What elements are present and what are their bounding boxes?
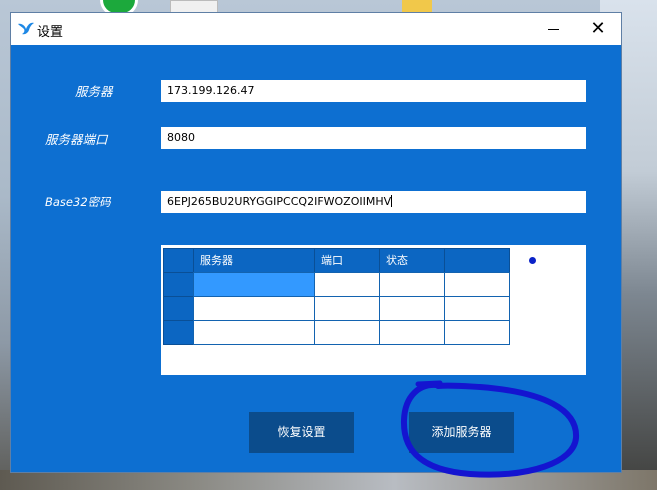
column-header-server[interactable]: 服务器: [193, 248, 315, 273]
status-dot: [529, 257, 536, 264]
server-input[interactable]: 173.199.126.47: [161, 80, 586, 102]
table-cell-status[interactable]: [379, 272, 445, 297]
table-cell-extra[interactable]: [444, 296, 510, 321]
text-caret: [391, 195, 393, 207]
secret-input-value: 6EPJ265BU2URYGGIPCCQ2IFWOZOIIMHV: [167, 195, 392, 208]
minimize-icon: [547, 29, 559, 30]
table-cell-status[interactable]: [379, 320, 445, 345]
table-cell-port[interactable]: [314, 272, 380, 297]
close-button[interactable]: ✕: [575, 13, 621, 45]
settings-window: 设置 ✕ 服务器 173.199.126.47 服务器端口 8080 Base3…: [10, 12, 622, 473]
table-cell-status[interactable]: [379, 296, 445, 321]
column-header-status[interactable]: 状态: [379, 248, 445, 273]
port-input[interactable]: 8080: [161, 127, 586, 149]
minimize-button[interactable]: [530, 13, 576, 45]
table-cell-port[interactable]: [314, 296, 380, 321]
column-header-extra[interactable]: [444, 248, 510, 273]
secret-input[interactable]: 6EPJ265BU2URYGGIPCCQ2IFWOZOIIMHV: [161, 191, 586, 213]
add-server-button[interactable]: 添加服务器: [409, 412, 514, 453]
window-title: 设置: [37, 25, 64, 40]
desktop-background-bottom: [0, 470, 657, 490]
table-cell-server[interactable]: [193, 320, 315, 345]
bird-icon: [18, 22, 34, 35]
row-header-corner[interactable]: [163, 248, 194, 273]
port-input-value: 8080: [167, 131, 195, 144]
table-cell-port[interactable]: [314, 320, 380, 345]
port-label: 服务器端口: [45, 132, 108, 147]
row-header[interactable]: [163, 320, 194, 345]
table-cell-extra[interactable]: [444, 320, 510, 345]
server-label: 服务器: [75, 84, 113, 99]
server-table-panel: 服务器 端口 状态: [161, 245, 586, 375]
row-header[interactable]: [163, 272, 194, 297]
close-icon: ✕: [590, 18, 606, 39]
title-bar: 设置 ✕: [11, 13, 621, 45]
table-cell-server[interactable]: [193, 296, 315, 321]
restore-settings-button[interactable]: 恢复设置: [249, 412, 354, 453]
server-input-value: 173.199.126.47: [167, 84, 255, 97]
row-header[interactable]: [163, 296, 194, 321]
desktop-folder-icon[interactable]: [402, 0, 432, 12]
table-cell-server[interactable]: [193, 272, 315, 297]
column-header-port[interactable]: 端口: [314, 248, 380, 273]
secret-label: Base32密码: [45, 195, 111, 209]
table-cell-extra[interactable]: [444, 272, 510, 297]
